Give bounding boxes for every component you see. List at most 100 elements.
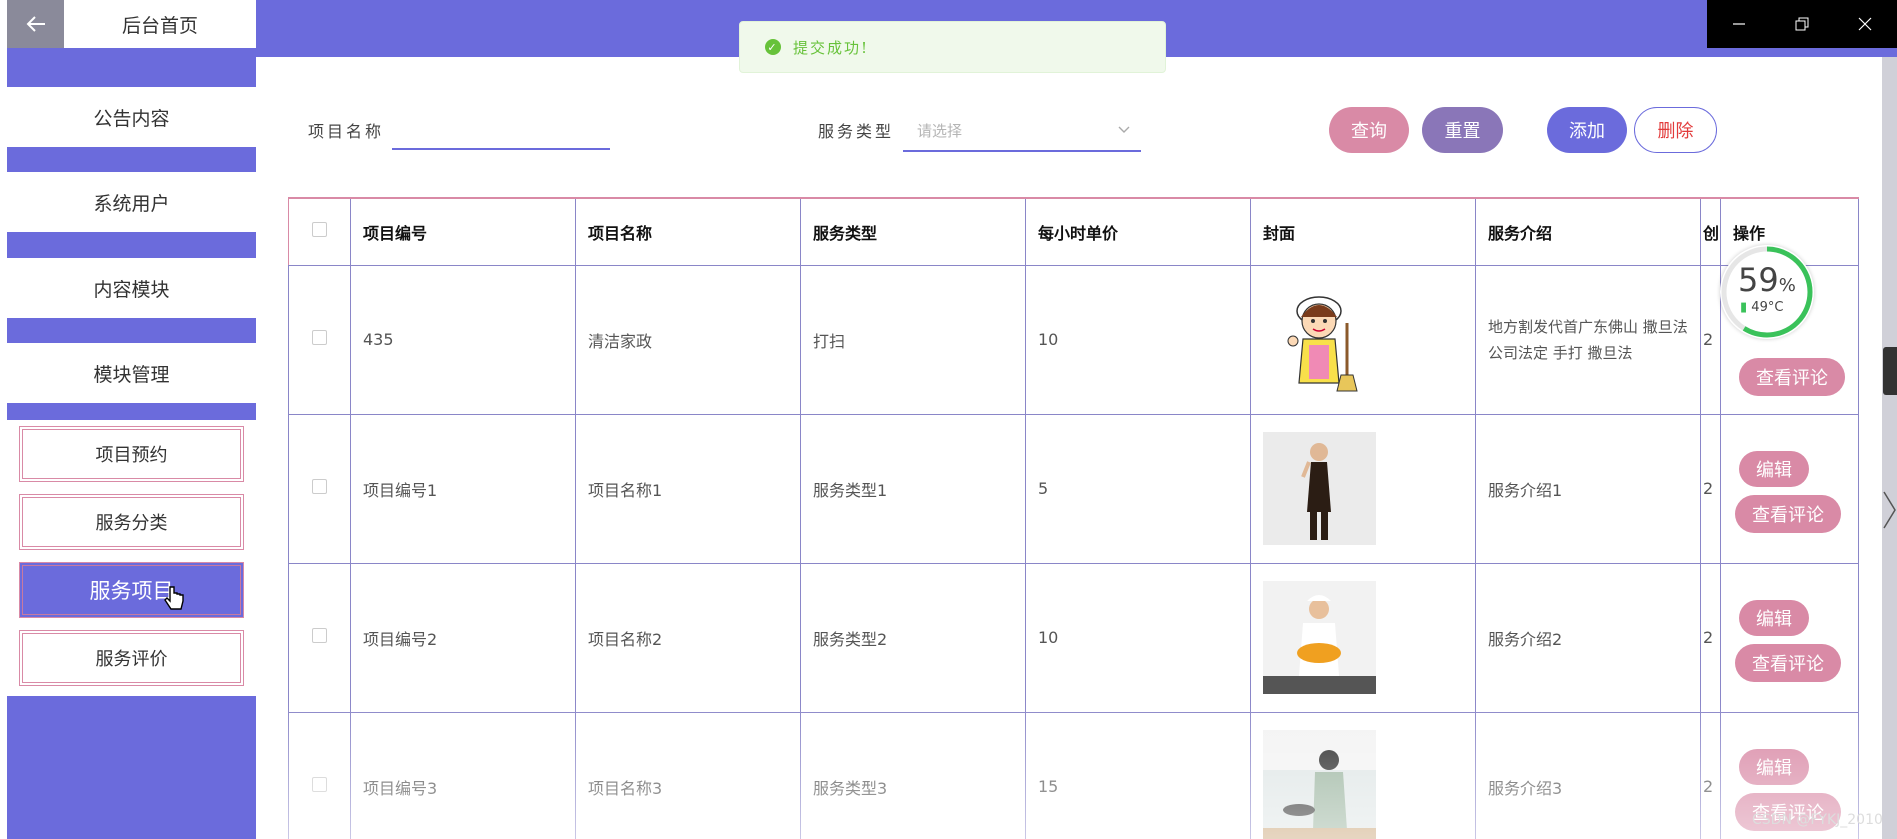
view-reviews-button[interactable]: 查看评论	[1739, 357, 1845, 396]
cell-type: 服务类型3	[800, 711, 1026, 839]
cell-name: 项目名称2	[575, 562, 801, 713]
submenu-item-label: 服务评价	[95, 649, 168, 670]
cell-price: 10	[1025, 562, 1251, 713]
cell-desc: 服务介绍1	[1475, 413, 1701, 564]
sidebar-item-label: 内容模块	[93, 278, 170, 301]
column-header[interactable]: 服务介绍	[1475, 197, 1701, 266]
cell-id: 435	[350, 264, 576, 415]
cell-desc: 地方割发代首广东佛山 撒旦法公司法定 手打 撒旦法	[1475, 264, 1701, 415]
cell-name: 清洁家政	[575, 264, 801, 415]
service-type-label: 服务类型	[818, 122, 895, 141]
performance-gauge[interactable]: 59% ▮ 49°C	[1720, 245, 1814, 339]
project-name-label: 项目名称	[308, 122, 385, 141]
select-all-cell	[288, 197, 351, 266]
woman-cooking-photo	[1263, 581, 1376, 694]
sidebar-item-label: 系统用户	[93, 192, 170, 215]
view-reviews-button[interactable]: 查看评论	[1735, 494, 1841, 533]
column-header[interactable]: 项目名称	[575, 197, 801, 266]
cell-desc: 服务介绍3	[1475, 711, 1701, 839]
submenu-item-service[interactable]: 服务项目	[19, 562, 244, 618]
cell-cover	[1250, 413, 1476, 564]
sidebar-item-notice[interactable]: 公告内容	[7, 87, 256, 147]
cartoon-maid-illustration	[1287, 296, 1358, 392]
row-select-cell	[288, 264, 351, 415]
cell-name: 项目名称1	[575, 413, 801, 564]
check-circle-icon: ✓	[765, 39, 781, 55]
minimize-button[interactable]	[1707, 0, 1770, 48]
thermometer-icon: ▮	[1740, 300, 1748, 315]
add-button[interactable]: 添加	[1547, 107, 1627, 153]
submenu-item-booking[interactable]: 项目预约	[19, 426, 244, 482]
chevron-right-icon[interactable]	[1882, 490, 1897, 530]
cell-type: 服务类型2	[800, 562, 1026, 713]
sidebar-item-home[interactable]: 后台首页	[64, 0, 256, 48]
cell-type: 打扫	[800, 264, 1026, 415]
cover-image	[1263, 730, 1376, 839]
cell-id: 项目编号1	[350, 413, 576, 564]
select-placeholder: 请选择	[917, 122, 963, 140]
cell-price: 10	[1025, 264, 1251, 415]
cell-price: 15	[1025, 711, 1251, 839]
sidebar-item-label: 后台首页	[121, 14, 198, 37]
sidebar-item-label: 公告内容	[93, 107, 170, 130]
cover-image	[1263, 432, 1376, 545]
edit-button[interactable]: 编辑	[1739, 450, 1809, 487]
woman-kitchen-photo	[1263, 730, 1376, 839]
delete-button[interactable]: 删除	[1634, 107, 1717, 153]
table-row: 项目编号3 项目名称3 服务类型3 15 服务介绍3 2 编辑 查看评论	[288, 711, 1859, 839]
arrow-left-icon	[26, 16, 45, 32]
column-header[interactable]: 每小时单价	[1025, 197, 1251, 266]
service-table: 项目编号 项目名称 服务类型 每小时单价 封面 服务介绍 创 操作 435 清洁…	[288, 197, 1859, 839]
service-type-select[interactable]: 请选择	[903, 112, 1141, 152]
project-name-input[interactable]	[392, 118, 610, 150]
row-checkbox[interactable]	[312, 628, 327, 643]
table-header-row: 项目编号 项目名称 服务类型 每小时单价 封面 服务介绍 创 操作	[288, 197, 1859, 266]
row-select-cell	[288, 562, 351, 713]
cell-id: 项目编号2	[350, 562, 576, 713]
reset-button[interactable]: 重置	[1422, 107, 1503, 153]
row-checkbox[interactable]	[312, 330, 327, 345]
sidebar-item-modules[interactable]: 模块管理	[7, 343, 256, 403]
row-checkbox[interactable]	[312, 479, 327, 494]
submenu: 项目预约 服务分类 服务项目 服务评价	[7, 420, 256, 696]
success-toast: ✓ 提交成功!	[739, 21, 1166, 73]
side-drawer-handle[interactable]	[1883, 347, 1897, 395]
cell-id: 项目编号3	[350, 711, 576, 839]
edit-button[interactable]: 编辑	[1739, 748, 1809, 785]
submenu-item-category[interactable]: 服务分类	[19, 494, 244, 550]
sidebar-item-users[interactable]: 系统用户	[7, 172, 256, 232]
select-all-checkbox[interactable]	[312, 222, 327, 238]
restore-button[interactable]	[1770, 0, 1833, 48]
scrollbar-track[interactable]	[1882, 57, 1897, 839]
cell-price: 5	[1025, 413, 1251, 564]
table-row: 435 清洁家政 打扫 10 地方割发代首广东佛山 撒旦法公司法定 手打 撒旦法…	[288, 264, 1859, 415]
cell-desc: 服务介绍2	[1475, 562, 1701, 713]
table-row: 项目编号1 项目名称1 服务类型1 5 服务介绍1 2 编辑 查看评论	[288, 413, 1859, 564]
back-button[interactable]	[7, 0, 64, 48]
column-header[interactable]: 服务类型	[800, 197, 1026, 266]
minimize-icon	[1732, 23, 1745, 25]
cell-actions: 编辑 查看评论	[1720, 562, 1859, 713]
toast-message: 提交成功!	[793, 38, 870, 57]
gauge-value: 59%	[1738, 261, 1796, 299]
cell-extra: 2	[1700, 264, 1721, 415]
row-checkbox[interactable]	[312, 777, 327, 792]
submenu-item-review[interactable]: 服务评价	[19, 630, 244, 686]
sidebar-item-content[interactable]: 内容模块	[7, 258, 256, 318]
row-select-cell	[288, 413, 351, 564]
cell-extra: 2	[1700, 562, 1721, 713]
close-button[interactable]	[1833, 0, 1896, 48]
cell-actions: 编辑 查看评论	[1720, 413, 1859, 564]
edit-button[interactable]: 编辑	[1739, 599, 1809, 636]
column-header[interactable]: 封面	[1250, 197, 1476, 266]
view-reviews-button[interactable]: 查看评论	[1735, 643, 1841, 682]
column-header[interactable]: 创	[1700, 197, 1721, 266]
row-select-cell	[288, 711, 351, 839]
column-header[interactable]: 项目编号	[350, 197, 576, 266]
close-icon	[1858, 17, 1871, 31]
restore-icon	[1795, 17, 1808, 31]
submenu-item-label: 服务分类	[95, 513, 168, 534]
query-button[interactable]: 查询	[1329, 107, 1409, 153]
temperature-readout: ▮ 49°C	[1740, 300, 1784, 315]
sidebar: 后台首页 公告内容 系统用户 内容模块 模块管理 项目预约 服务分类 服务项目 …	[7, 0, 256, 839]
